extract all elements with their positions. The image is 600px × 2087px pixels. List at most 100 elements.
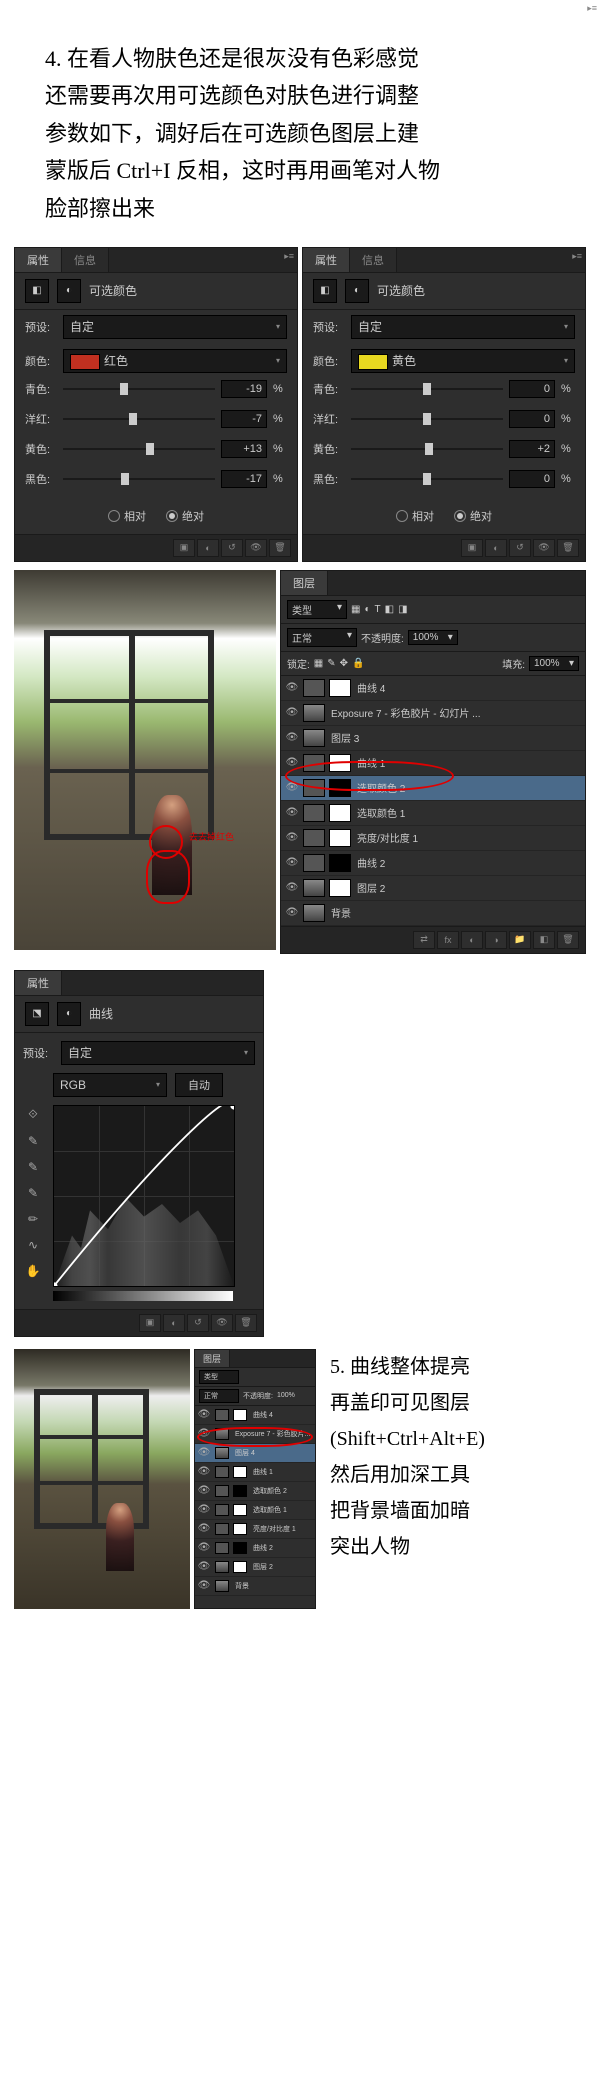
- visibility-icon[interactable]: 👁: [285, 731, 299, 745]
- visibility-icon[interactable]: 👁: [285, 831, 299, 845]
- layer-item[interactable]: 👁选取颜色 1: [281, 801, 585, 826]
- eyedropper-black-icon[interactable]: ✎: [23, 1131, 43, 1151]
- layer-item[interactable]: 👁Exposure 7 - 彩色胶片 - 幻灯片 ...: [281, 701, 585, 726]
- trash-icon[interactable]: 🗑: [557, 539, 579, 557]
- visibility-icon[interactable]: 👁: [533, 539, 555, 557]
- layer-item[interactable]: 👁曲线 4: [195, 1406, 315, 1425]
- color-dropdown[interactable]: 黄色▾: [351, 349, 575, 373]
- layer-item[interactable]: 👁背景: [195, 1577, 315, 1596]
- folder-icon[interactable]: 📁: [509, 931, 531, 949]
- slider-value[interactable]: -19: [221, 380, 267, 398]
- tab-layers[interactable]: 图层: [281, 571, 328, 595]
- layer-item[interactable]: 👁图层 2: [281, 876, 585, 901]
- eyedropper-gray-icon[interactable]: ✎: [23, 1157, 43, 1177]
- color-dropdown[interactable]: 红色▾: [63, 349, 287, 373]
- visibility-icon[interactable]: 👁: [197, 1427, 211, 1441]
- layer-item[interactable]: 👁曲线 2: [281, 851, 585, 876]
- trash-icon[interactable]: 🗑: [557, 931, 579, 949]
- slider-track[interactable]: [63, 411, 215, 427]
- filter-icon[interactable]: ▦: [351, 604, 360, 615]
- panel-menu-icon[interactable]: ▸≡: [587, 3, 597, 14]
- radio-absolute[interactable]: 绝对: [166, 508, 204, 524]
- visibility-icon[interactable]: 👁: [197, 1579, 211, 1593]
- reset-icon[interactable]: ↺: [509, 539, 531, 557]
- new-layer-icon[interactable]: ◧: [533, 931, 555, 949]
- reset-icon[interactable]: ↺: [187, 1314, 209, 1332]
- blend-mode-dropdown[interactable]: 正常▾: [287, 628, 357, 647]
- hand-icon[interactable]: ✋: [23, 1261, 43, 1281]
- layer-item[interactable]: 👁背景: [281, 901, 585, 926]
- tab-properties[interactable]: 属性: [15, 971, 62, 995]
- layer-filter-dropdown[interactable]: 类型▾: [287, 600, 347, 619]
- filter-icon[interactable]: ◧: [385, 604, 394, 615]
- layer-item[interactable]: 👁选取颜色 1: [195, 1501, 315, 1520]
- pencil-icon[interactable]: ✏: [23, 1209, 43, 1229]
- visibility-icon[interactable]: 👁: [197, 1408, 211, 1422]
- tab-properties[interactable]: 属性: [15, 248, 62, 272]
- tab-info[interactable]: 信息: [62, 248, 109, 272]
- visibility-icon[interactable]: 👁: [197, 1465, 211, 1479]
- smooth-icon[interactable]: ∿: [23, 1235, 43, 1255]
- panel-menu-icon[interactable]: ▸≡: [572, 251, 582, 262]
- lock-icon[interactable]: ✎: [327, 658, 335, 669]
- preset-dropdown[interactable]: 自定▾: [61, 1041, 255, 1065]
- opacity-input[interactable]: 100%▾: [408, 630, 458, 645]
- slider-track[interactable]: [351, 411, 503, 427]
- channel-dropdown[interactable]: RGB▾: [53, 1073, 167, 1097]
- slider-track[interactable]: [63, 471, 215, 487]
- slider-value[interactable]: 0: [509, 470, 555, 488]
- reset-icon[interactable]: ↺: [221, 539, 243, 557]
- radio-absolute[interactable]: 绝对: [454, 508, 492, 524]
- preset-dropdown[interactable]: 自定▾: [63, 315, 287, 339]
- preset-dropdown[interactable]: 自定▾: [351, 315, 575, 339]
- lock-icon[interactable]: 🔒: [352, 658, 364, 669]
- blend-mode-dropdown[interactable]: 正常: [199, 1389, 239, 1403]
- layer-item[interactable]: 👁图层 4: [195, 1444, 315, 1463]
- slider-value[interactable]: -7: [221, 410, 267, 428]
- visibility-icon[interactable]: 👁: [285, 806, 299, 820]
- slider-value[interactable]: +13: [221, 440, 267, 458]
- visibility-icon[interactable]: 👁: [285, 756, 299, 770]
- layer-item[interactable]: 👁曲线 2: [195, 1539, 315, 1558]
- auto-button[interactable]: 自动: [175, 1073, 223, 1097]
- visibility-icon[interactable]: 👁: [197, 1503, 211, 1517]
- curves-graph[interactable]: [53, 1105, 235, 1287]
- visibility-icon[interactable]: 👁: [197, 1522, 211, 1536]
- trash-icon[interactable]: 🗑: [269, 539, 291, 557]
- layer-item[interactable]: 👁Exposure 7 - 彩色胶片...: [195, 1425, 315, 1444]
- mask-icon[interactable]: ◐: [461, 931, 483, 949]
- fill-input[interactable]: 100%▾: [529, 656, 579, 671]
- layer-item[interactable]: 👁亮度/对比度 1: [281, 826, 585, 851]
- visibility-icon[interactable]: 👁: [285, 856, 299, 870]
- visibility-icon[interactable]: 👁: [245, 539, 267, 557]
- layer-item[interactable]: 👁选取颜色 2: [195, 1482, 315, 1501]
- layer-item[interactable]: 👁选取颜色 2: [281, 776, 585, 801]
- tab-info[interactable]: 信息: [350, 248, 397, 272]
- slider-value[interactable]: -17: [221, 470, 267, 488]
- slider-track[interactable]: [63, 441, 215, 457]
- layer-item[interactable]: 👁亮度/对比度 1: [195, 1520, 315, 1539]
- layer-item[interactable]: 👁图层 2: [195, 1558, 315, 1577]
- slider-track[interactable]: [351, 471, 503, 487]
- layer-item[interactable]: 👁图层 3: [281, 726, 585, 751]
- clip-icon[interactable]: ▣: [139, 1314, 161, 1332]
- view-icon[interactable]: ◐: [197, 539, 219, 557]
- visibility-icon[interactable]: 👁: [197, 1541, 211, 1555]
- lock-icon[interactable]: ✥: [340, 658, 348, 669]
- layer-item[interactable]: 👁曲线 1: [281, 751, 585, 776]
- filter-icon[interactable]: ◐: [364, 604, 370, 615]
- view-icon[interactable]: ◐: [163, 1314, 185, 1332]
- visibility-icon[interactable]: 👁: [211, 1314, 233, 1332]
- link-icon[interactable]: ⇄: [413, 931, 435, 949]
- visibility-icon[interactable]: 👁: [285, 681, 299, 695]
- filter-icon[interactable]: ◨: [398, 604, 407, 615]
- layer-item[interactable]: 👁曲线 1: [195, 1463, 315, 1482]
- visibility-icon[interactable]: 👁: [285, 781, 299, 795]
- clip-icon[interactable]: ▣: [173, 539, 195, 557]
- radio-relative[interactable]: 相对: [108, 508, 146, 524]
- slider-value[interactable]: 0: [509, 380, 555, 398]
- eyedropper-white-icon[interactable]: ✎: [23, 1183, 43, 1203]
- fx-icon[interactable]: fx: [437, 931, 459, 949]
- lock-icon[interactable]: ▦: [314, 658, 323, 669]
- visibility-icon[interactable]: 👁: [197, 1446, 211, 1460]
